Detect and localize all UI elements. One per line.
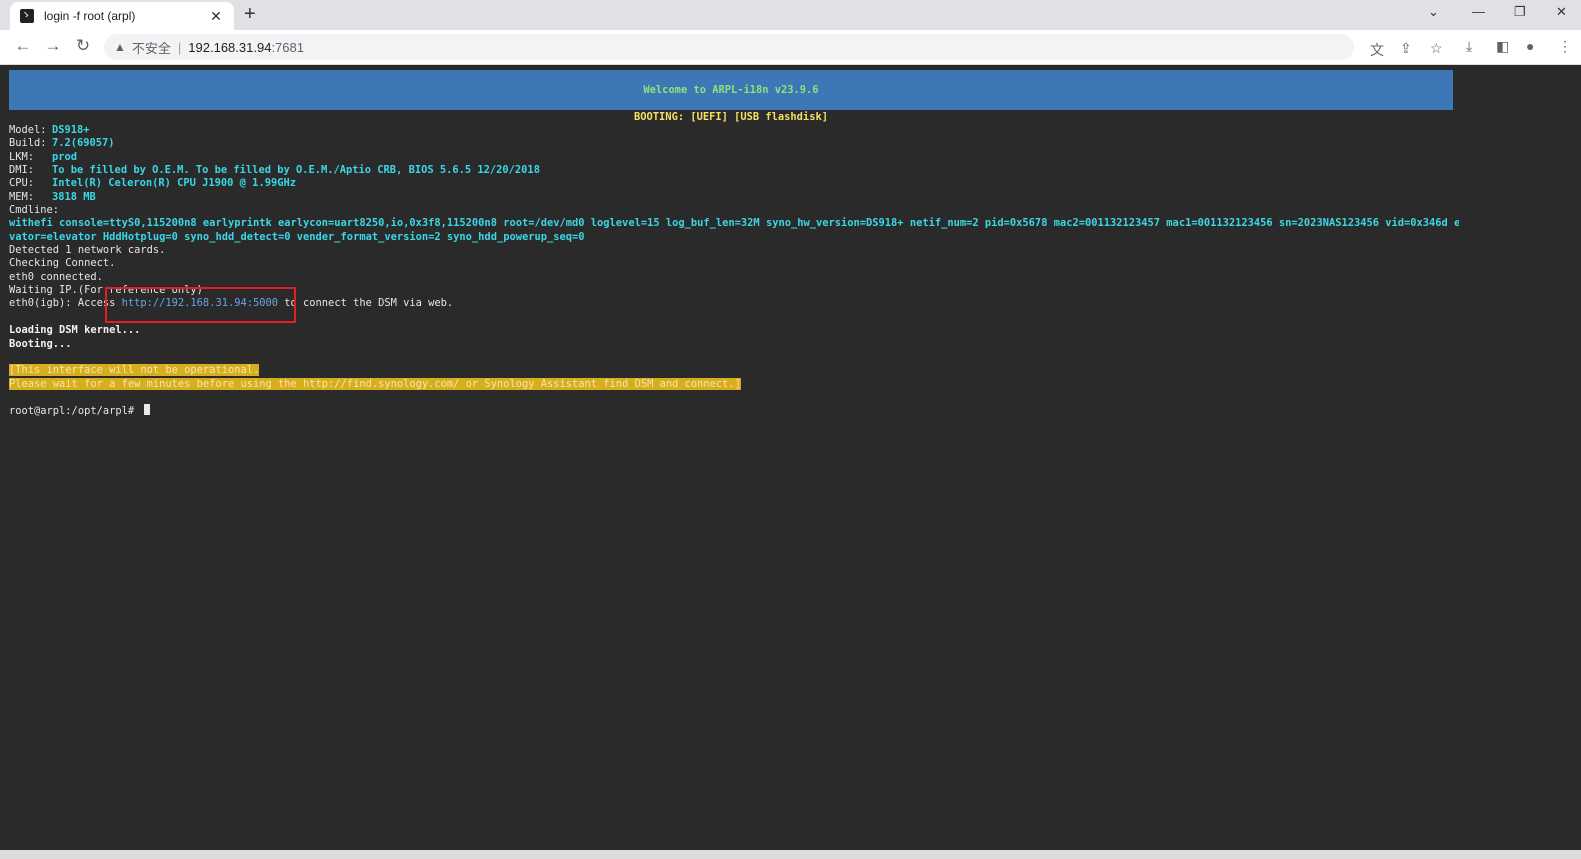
terminal-favicon-icon bbox=[20, 9, 34, 23]
tab-close-icon[interactable]: ✕ bbox=[208, 8, 224, 25]
cpu-line: CPU: Intel(R) Celeron(R) CPU J1900 @ 1.99… bbox=[9, 177, 296, 190]
terminal-screen[interactable]: Welcome to ARPL-i18n v23.9.6 BOOTING: [U… bbox=[5, 65, 1573, 850]
cmdline-2: vator=elevator HddHotplug=0 syno_hdd_det… bbox=[9, 230, 585, 243]
mem-line: MEM: 3818 MB bbox=[9, 190, 96, 203]
back-button[interactable]: ← bbox=[12, 36, 34, 56]
cmdline-1: withefi console=ttyS0,115200n8 earlyprin… bbox=[9, 217, 1459, 230]
tab-strip: login -f root (arpl) ✕ + ⌄ — ❐ ✕ bbox=[0, 0, 1581, 30]
cmdline-label: Cmdline: bbox=[9, 204, 60, 217]
highlight-box bbox=[105, 287, 296, 323]
lkm-line: LKM: prod bbox=[9, 150, 78, 163]
download-icon[interactable]: ⤓ bbox=[1466, 38, 1472, 55]
eth0-connected-line: eth0 connected. bbox=[9, 270, 103, 283]
detected-line: Detected 1 network cards. bbox=[9, 244, 166, 257]
new-tab-button[interactable]: + bbox=[244, 4, 256, 24]
warning-line-1: [This interface will not be operational. bbox=[9, 364, 260, 377]
terminal-cursor bbox=[144, 404, 151, 416]
tab-title: login -f root (arpl) bbox=[44, 9, 136, 23]
forward-button[interactable]: → bbox=[42, 36, 64, 56]
side-panel-icon[interactable]: ◧ bbox=[1496, 38, 1509, 55]
url-port: :7681 bbox=[271, 39, 304, 55]
booting-status-line: Booting... bbox=[9, 337, 72, 350]
loading-kernel-line: Loading DSM kernel... bbox=[9, 324, 141, 337]
booting-line: BOOTING: [UEFI] [USB flashdisk] bbox=[634, 111, 828, 123]
minimize-button[interactable]: — bbox=[1472, 4, 1485, 19]
insecure-label[interactable]: 不安全 bbox=[132, 38, 171, 57]
bottom-edge bbox=[0, 850, 1581, 859]
prompt-line[interactable]: root@arpl:/opt/arpl# bbox=[9, 404, 1459, 417]
window-close-button[interactable]: ✕ bbox=[1556, 4, 1567, 20]
dmi-line: DMI: To be filled by O.E.M. To be filled … bbox=[9, 164, 540, 177]
browser-toolbar: ← → ↻ ▲ 不安全 | 192.168.31.94:7681 文 ⇪ ☆ ⤓… bbox=[0, 30, 1581, 65]
shell-prompt: root@arpl:/opt/arpl# bbox=[9, 405, 141, 418]
warning-line-2: Please wait for a few minutes before usi… bbox=[9, 377, 741, 390]
bookmark-star-icon[interactable]: ☆ bbox=[1430, 40, 1443, 57]
tab-search-icon[interactable]: ⌄ bbox=[1428, 4, 1439, 20]
model-line: Model: DS918+ bbox=[9, 124, 90, 136]
restore-button[interactable]: ❐ bbox=[1514, 4, 1526, 20]
checking-line: Checking Connect. bbox=[9, 257, 116, 270]
reload-button[interactable]: ↻ bbox=[72, 36, 94, 56]
url-separator: | bbox=[177, 39, 182, 55]
menu-dots-icon[interactable]: ⋮ bbox=[1558, 38, 1572, 55]
share-icon[interactable]: ⇪ bbox=[1400, 40, 1412, 57]
build-line: Build: 7.2(69057) bbox=[9, 137, 115, 150]
translate-icon[interactable]: 文 bbox=[1370, 40, 1384, 60]
warning-icon[interactable]: ▲ bbox=[114, 40, 126, 54]
browser-tab[interactable]: login -f root (arpl) ✕ bbox=[10, 2, 234, 30]
url-host: 192.168.31.94 bbox=[188, 39, 272, 55]
address-bar[interactable]: ▲ 不安全 | 192.168.31.94:7681 文 ⇪ ☆ bbox=[104, 34, 1443, 60]
profile-avatar-icon[interactable]: ● bbox=[1526, 38, 1534, 54]
terminal-output: Model: DS918+ Build: 7.2(69057) LKM: prod D… bbox=[9, 124, 1459, 418]
welcome-banner: Welcome to ARPL-i18n v23.9.6 bbox=[9, 70, 1453, 110]
